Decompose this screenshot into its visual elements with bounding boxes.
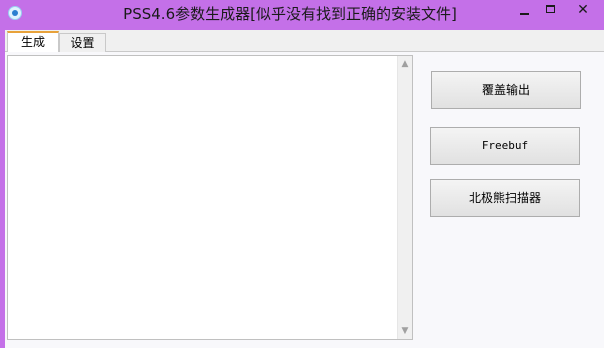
scroll-down-icon[interactable]: ▼ bbox=[398, 324, 412, 338]
maximize-icon bbox=[546, 5, 555, 13]
vertical-scrollbar[interactable]: ▲ ▼ bbox=[397, 56, 412, 339]
title-bar[interactable]: PSS4.6参数生成器[似乎没有找到正确的安装文件] ✕ bbox=[0, 0, 604, 30]
tab-settings[interactable]: 设置 bbox=[59, 33, 106, 52]
app-icon[interactable] bbox=[8, 6, 22, 20]
freebuf-button[interactable]: Freebuf bbox=[430, 127, 580, 165]
minimize-icon bbox=[520, 13, 529, 15]
tab-strip: 生成 设置 bbox=[5, 30, 604, 52]
polar-bear-scanner-button[interactable]: 北极熊扫描器 bbox=[430, 179, 580, 217]
tab-generate[interactable]: 生成 bbox=[7, 31, 59, 52]
window-title: PSS4.6参数生成器[似乎没有找到正确的安装文件] bbox=[123, 5, 457, 23]
output-textarea[interactable]: ▲ ▼ bbox=[7, 55, 413, 340]
app-window: PSS4.6参数生成器[似乎没有找到正确的安装文件] ✕ 生成 设置 ▲ ▼ 覆… bbox=[0, 0, 604, 348]
close-icon: ✕ bbox=[577, 2, 589, 18]
minimize-button[interactable] bbox=[512, 0, 538, 22]
scroll-up-icon[interactable]: ▲ bbox=[398, 57, 412, 71]
overwrite-output-button[interactable]: 覆盖输出 bbox=[431, 71, 581, 109]
generate-panel: ▲ ▼ 覆盖输出 Freebuf 北极熊扫描器 bbox=[5, 52, 604, 348]
close-button[interactable]: ✕ bbox=[566, 0, 600, 22]
client-area: 生成 设置 ▲ ▼ 覆盖输出 Freebuf 北极熊扫描器 bbox=[5, 30, 604, 348]
maximize-button[interactable] bbox=[538, 0, 564, 22]
